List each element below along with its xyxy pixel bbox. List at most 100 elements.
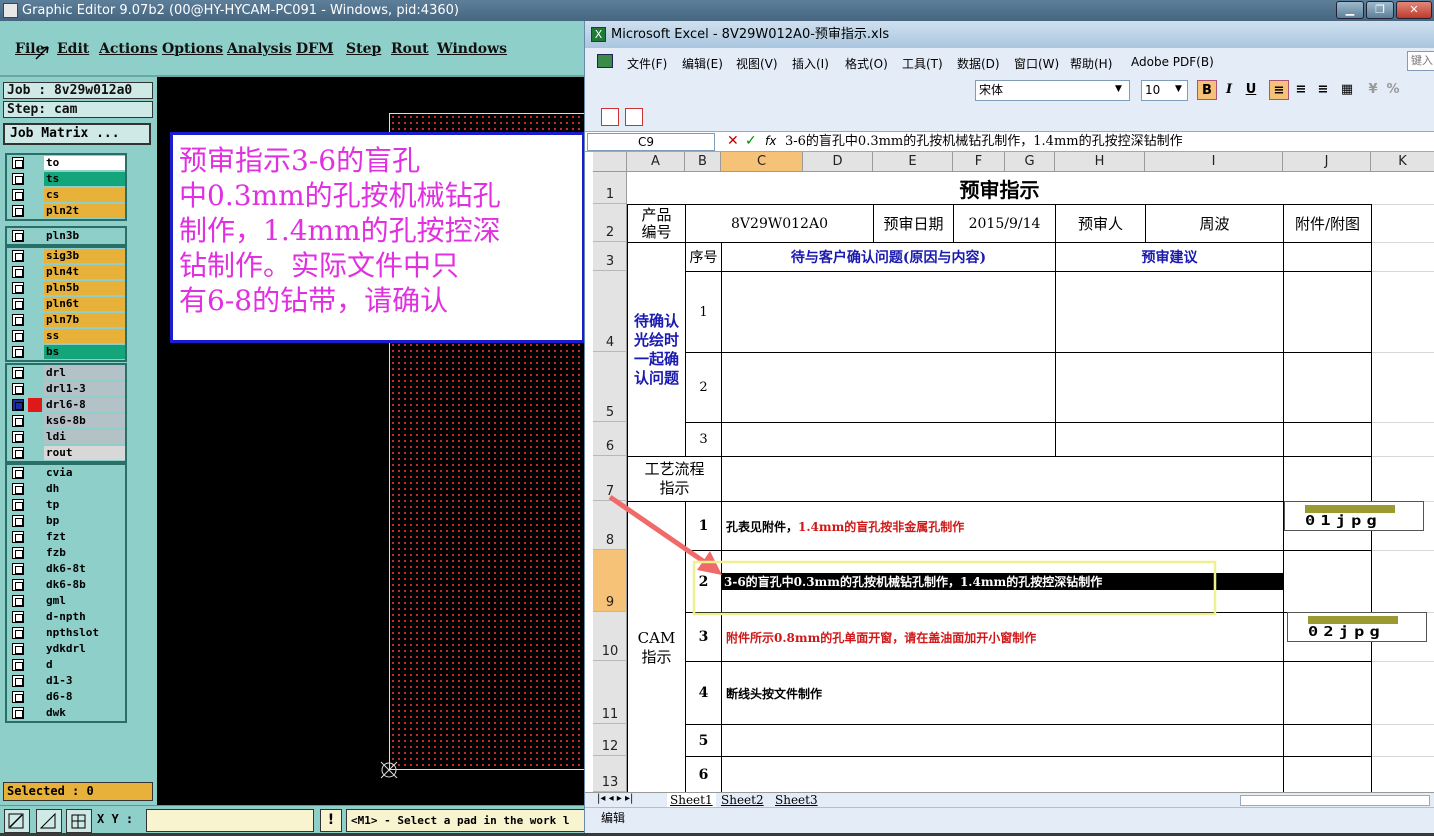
row-header[interactable]: 6 — [593, 422, 627, 456]
suggestion-cell[interactable] — [1055, 271, 1284, 353]
issue-text-cell[interactable] — [721, 352, 1056, 423]
pdf-convert-icon[interactable] — [601, 108, 619, 126]
review-date-value[interactable]: 2015/9/14 — [953, 204, 1056, 243]
issue-header[interactable]: 待与客户确认问题(原因与内容) — [721, 242, 1056, 272]
layer-name[interactable]: drl1-3 — [44, 382, 125, 396]
layer-name[interactable]: pln6t — [44, 297, 125, 311]
layer-checkbox[interactable] — [12, 531, 24, 543]
row-header[interactable]: 2 — [593, 204, 627, 242]
layer-checkbox[interactable] — [12, 399, 24, 411]
cam-label[interactable]: CAM 指示 — [627, 501, 686, 792]
menu-edit[interactable]: Edit — [57, 41, 89, 57]
cam-item-attach[interactable] — [1283, 756, 1372, 792]
issue-seq-cell[interactable]: 1 — [685, 271, 722, 353]
menu-insert[interactable]: 插入(I) — [792, 55, 829, 72]
layer-name[interactable]: dk6-8b — [44, 578, 125, 592]
layer-checkbox[interactable] — [12, 691, 24, 703]
layer-row[interactable]: fzt — [9, 529, 127, 545]
layer-row[interactable]: pln5b — [9, 280, 127, 296]
font-dropdown-icon[interactable]: ▼ — [1115, 84, 1122, 94]
layer-name[interactable]: cvia — [44, 466, 125, 480]
layer-row[interactable]: npthslot — [9, 625, 127, 641]
layer-checkbox[interactable] — [12, 314, 24, 326]
tab-nav-icons[interactable]: |◂ ◂ ▸ ▸| — [597, 793, 633, 804]
column-header[interactable]: K — [1371, 152, 1434, 172]
column-header[interactable]: C — [721, 152, 803, 172]
product-no-value[interactable]: 8V29W012A0 — [685, 204, 874, 243]
layer-row[interactable]: pln6t — [9, 296, 127, 312]
layer-checkbox[interactable] — [12, 415, 24, 427]
minimize-button[interactable]: ▁ — [1336, 1, 1364, 19]
italic-button[interactable]: I — [1219, 80, 1239, 100]
formula-input[interactable]: 3-6的盲孔中0.3mm的孔按机械钻孔制作，1.4mm的孔按控深钻制作 — [785, 133, 1425, 151]
function-icon[interactable]: fx — [765, 134, 776, 148]
cam-item-attach[interactable] — [1283, 661, 1372, 725]
layer-name[interactable]: fzb — [44, 546, 125, 560]
cam-item-num[interactable]: 6 — [685, 756, 722, 792]
layer-name[interactable]: d-npth — [44, 610, 125, 624]
review-date-label[interactable]: 预审日期 — [873, 204, 954, 243]
layer-checkbox[interactable] — [12, 230, 24, 242]
issue-text-cell[interactable] — [721, 422, 1056, 457]
reviewer-label[interactable]: 预审人 — [1055, 204, 1146, 243]
cam-item-text[interactable]: 3-6的盲孔中0.3mm的孔按机械钻孔制作，1.4mm的孔按控深钻制作 — [721, 550, 1284, 613]
attachment-thumbnail-2[interactable]: 02jpg — [1287, 612, 1427, 642]
layer-checkbox[interactable] — [12, 643, 24, 655]
cam-item-text[interactable] — [721, 724, 1284, 757]
layer-name[interactable]: npthslot — [44, 626, 125, 640]
row-header[interactable]: 5 — [593, 352, 627, 422]
layer-name[interactable]: drl — [44, 366, 125, 380]
layer-row[interactable]: pln7b — [9, 312, 127, 328]
layer-row[interactable]: dk6-8b — [9, 577, 127, 593]
layer-row[interactable]: ss — [9, 328, 127, 344]
layer-name[interactable]: pln3b — [44, 229, 125, 243]
layer-row[interactable]: ts — [9, 171, 127, 187]
layer-checkbox[interactable] — [12, 298, 24, 310]
column-header[interactable]: H — [1055, 152, 1145, 172]
layer-name[interactable]: ydkdrl — [44, 642, 125, 656]
row-header[interactable]: 12 — [593, 724, 627, 756]
underline-button[interactable]: U — [1241, 80, 1261, 100]
row-header[interactable]: 8 — [593, 501, 627, 550]
column-header[interactable]: D — [803, 152, 873, 172]
layer-checkbox[interactable] — [12, 547, 24, 559]
layer-checkbox[interactable] — [12, 483, 24, 495]
cam-item-text[interactable]: 附件所示0.8mm的孔单面开窗，请在盖油面加开小窗制作 — [721, 612, 1284, 662]
layer-checkbox[interactable] — [12, 675, 24, 687]
issue-seq-cell[interactable]: 3 — [685, 422, 722, 457]
column-header[interactable]: I — [1145, 152, 1283, 172]
menu-options[interactable]: Options — [162, 41, 223, 57]
workbook-icon[interactable] — [597, 54, 613, 68]
menu-view[interactable]: 视图(V) — [736, 55, 778, 72]
layer-name[interactable]: tp — [44, 498, 125, 512]
cancel-icon[interactable]: ✕ — [727, 133, 739, 149]
layer-checkbox[interactable] — [12, 282, 24, 294]
layer-row[interactable]: sig3b — [9, 248, 127, 264]
layer-checkbox[interactable] — [12, 467, 24, 479]
attach-cell[interactable] — [1283, 352, 1372, 423]
layer-name[interactable]: d6-8 — [44, 690, 125, 704]
layer-checkbox[interactable] — [12, 383, 24, 395]
layer-name[interactable]: drl6-8 — [44, 398, 125, 412]
size-dropdown-icon[interactable]: ▼ — [1175, 84, 1182, 94]
layer-row[interactable]: to — [9, 155, 127, 171]
layer-name[interactable]: pln7b — [44, 313, 125, 327]
row-header[interactable]: 11 — [593, 661, 627, 724]
menu-data[interactable]: 数据(D) — [957, 55, 1000, 72]
layer-checkbox[interactable] — [12, 595, 24, 607]
menu-adobe-pdf[interactable]: Adobe PDF(B) — [1131, 55, 1214, 69]
cam-item-num[interactable]: 4 — [685, 661, 722, 725]
column-header[interactable]: B — [685, 152, 721, 172]
product-no-label[interactable]: 产品 编号 — [627, 204, 686, 243]
xy-input[interactable] — [146, 809, 314, 832]
layer-row[interactable]: bp — [9, 513, 127, 529]
layer-name[interactable]: bp — [44, 514, 125, 528]
layer-checkbox[interactable] — [12, 367, 24, 379]
menu-windows[interactable]: Windows — [437, 41, 507, 57]
layer-row[interactable]: dwk — [9, 705, 127, 721]
pdf-mail-icon[interactable] — [625, 108, 643, 126]
layer-row[interactable]: drl6-8 — [9, 397, 127, 413]
sheet-title-cell[interactable]: 预审指示 — [627, 172, 1372, 205]
layer-name[interactable]: sig3b — [44, 249, 125, 263]
layer-checkbox[interactable] — [12, 431, 24, 443]
